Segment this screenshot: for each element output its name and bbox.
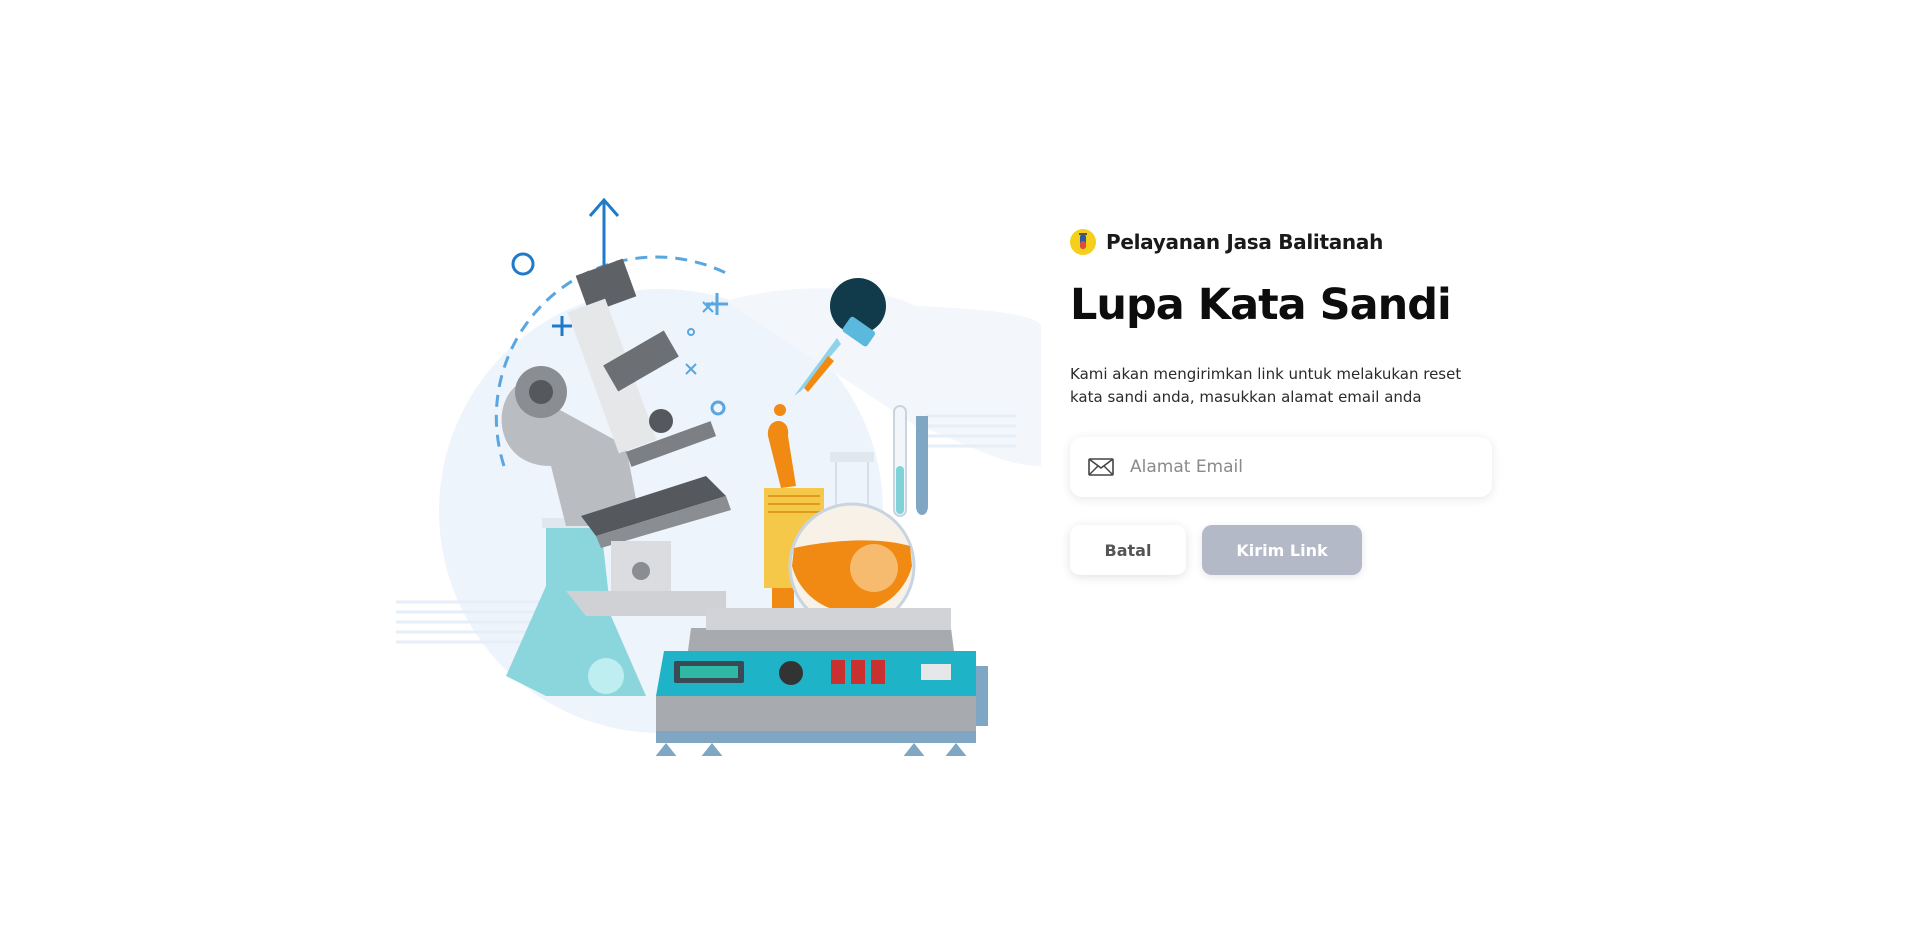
brand: Pelayanan Jasa Balitanah: [1070, 228, 1500, 256]
cancel-button[interactable]: Batal: [1070, 525, 1186, 576]
laboratory-illustration: [396, 197, 1041, 756]
test-tube-icon: [1070, 229, 1096, 255]
envelope-icon: [1088, 457, 1114, 477]
form-actions: Batal Kirim Link: [1070, 525, 1500, 576]
email-field[interactable]: [1070, 437, 1492, 498]
send-link-button[interactable]: Kirim Link: [1202, 525, 1362, 576]
page-description: Kami akan mengirimkan link untuk melakuk…: [1070, 365, 1462, 407]
email-input[interactable]: [1128, 456, 1472, 479]
forgot-password-panel: Pelayanan Jasa Balitanah Lupa Kata Sandi…: [1070, 228, 1500, 576]
forgot-password-page: Pelayanan Jasa Balitanah Lupa Kata Sandi…: [0, 0, 1918, 944]
page-title: Lupa Kata Sandi: [1070, 280, 1452, 330]
brand-name: Pelayanan Jasa Balitanah: [1106, 230, 1384, 254]
